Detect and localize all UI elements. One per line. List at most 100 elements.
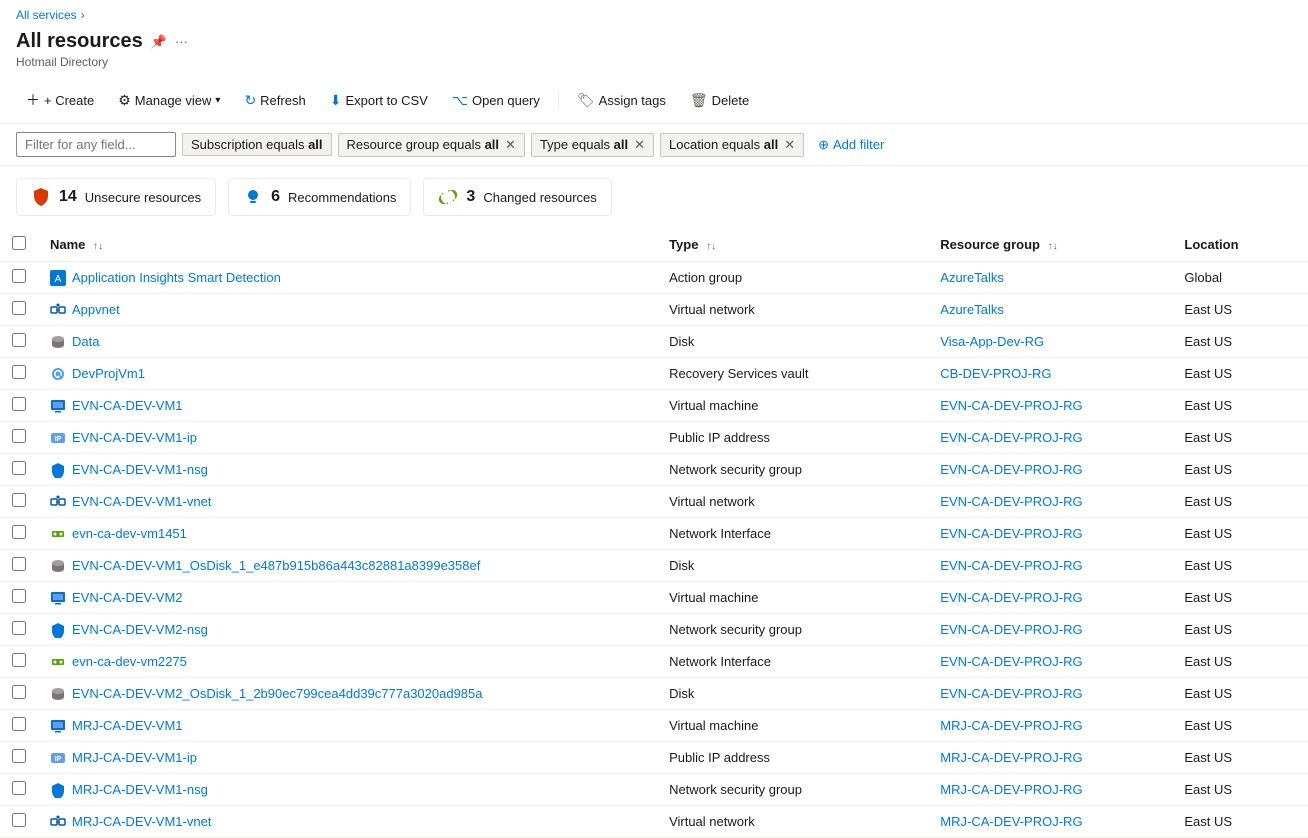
row-checkbox[interactable] bbox=[12, 749, 26, 763]
resource-name-link[interactable]: EVN-CA-DEV-VM1-ip bbox=[72, 430, 197, 445]
resource-name-link[interactable]: MRJ-CA-DEV-VM1-ip bbox=[72, 750, 197, 765]
row-checkbox[interactable] bbox=[12, 429, 26, 443]
resource-group-link[interactable]: MRJ-CA-DEV-PROJ-RG bbox=[940, 782, 1082, 797]
row-name-cell: MRJ-CA-DEV-VM1-nsg bbox=[38, 774, 657, 806]
breadcrumb-link[interactable]: All services bbox=[16, 8, 77, 22]
row-name-cell: EVN-CA-DEV-VM1-nsg bbox=[38, 454, 657, 486]
open-query-button[interactable]: ⌥ Open query bbox=[442, 87, 550, 114]
resource-group-link[interactable]: EVN-CA-DEV-PROJ-RG bbox=[940, 686, 1082, 701]
row-checkbox-cell bbox=[0, 550, 38, 582]
resource-group-link[interactable]: EVN-CA-DEV-PROJ-RG bbox=[940, 494, 1082, 509]
resource-name-link[interactable]: EVN-CA-DEV-VM2 bbox=[72, 590, 183, 605]
resource-group-link[interactable]: EVN-CA-DEV-PROJ-RG bbox=[940, 558, 1082, 573]
row-checkbox[interactable] bbox=[12, 333, 26, 347]
manage-view-button[interactable]: ⚙ Manage view ▾ bbox=[108, 87, 230, 114]
more-options-icon[interactable]: ··· bbox=[175, 34, 188, 50]
export-csv-button[interactable]: ⬇ Export to CSV bbox=[320, 87, 438, 114]
row-checkbox[interactable] bbox=[12, 717, 26, 731]
svg-text:IP: IP bbox=[55, 436, 62, 443]
filter-input[interactable] bbox=[16, 132, 176, 157]
col-header-resource-group[interactable]: Resource group ↑↓ bbox=[928, 228, 1172, 262]
resource-name-link[interactable]: DevProjVm1 bbox=[72, 366, 145, 381]
resource-name-link[interactable]: MRJ-CA-DEV-VM1 bbox=[72, 718, 183, 733]
row-checkbox-cell bbox=[0, 710, 38, 742]
filter-tag-type: Type equals all ✕ bbox=[531, 133, 654, 157]
summary-card-changed[interactable]: 3 Changed resources bbox=[423, 178, 611, 216]
add-filter-button[interactable]: ⊕ Add filter bbox=[810, 134, 892, 156]
col-header-location[interactable]: Location bbox=[1172, 228, 1308, 262]
resource-name-link[interactable]: EVN-CA-DEV-VM1-vnet bbox=[72, 494, 211, 509]
resource-group-link[interactable]: EVN-CA-DEV-PROJ-RG bbox=[940, 430, 1082, 445]
resource-group-link[interactable]: EVN-CA-DEV-PROJ-RG bbox=[940, 590, 1082, 605]
row-type-cell: Disk bbox=[657, 550, 928, 582]
table-row: A Application Insights Smart Detection A… bbox=[0, 262, 1308, 294]
summary-card-unsecure[interactable]: 14 Unsecure resources bbox=[16, 178, 216, 216]
row-checkbox[interactable] bbox=[12, 621, 26, 635]
row-checkbox-cell bbox=[0, 486, 38, 518]
resource-name-link[interactable]: EVN-CA-DEV-VM1_OsDisk_1_e487b915b86a443c… bbox=[72, 558, 480, 573]
row-checkbox[interactable] bbox=[12, 557, 26, 571]
resource-name-link[interactable]: EVN-CA-DEV-VM2-nsg bbox=[72, 622, 208, 637]
resource-name-link[interactable]: Application Insights Smart Detection bbox=[72, 270, 281, 285]
resource-group-link[interactable]: EVN-CA-DEV-PROJ-RG bbox=[940, 622, 1082, 637]
refresh-button[interactable]: ↻ Refresh bbox=[234, 87, 315, 114]
row-checkbox[interactable] bbox=[12, 589, 26, 603]
select-all-checkbox[interactable] bbox=[12, 236, 26, 250]
row-checkbox[interactable] bbox=[12, 301, 26, 315]
create-button[interactable]: ＋ + Create bbox=[16, 85, 104, 115]
row-checkbox[interactable] bbox=[12, 397, 26, 411]
resource-group-link[interactable]: EVN-CA-DEV-PROJ-RG bbox=[940, 462, 1082, 477]
resource-group-link[interactable]: MRJ-CA-DEV-PROJ-RG bbox=[940, 718, 1082, 733]
row-checkbox[interactable] bbox=[12, 813, 26, 827]
resource-name-link[interactable]: evn-ca-dev-vm1451 bbox=[72, 526, 187, 541]
col-header-name[interactable]: Name ↑↓ bbox=[38, 228, 657, 262]
ip-icon: IP bbox=[50, 430, 66, 446]
row-checkbox[interactable] bbox=[12, 653, 26, 667]
table-row: evn-ca-dev-vm2275 Network Interface EVN-… bbox=[0, 646, 1308, 678]
filter-tag-location-close[interactable]: ✕ bbox=[784, 137, 795, 153]
delete-button[interactable]: 🗑 Delete bbox=[680, 87, 759, 114]
row-name-cell: EVN-CA-DEV-VM2 bbox=[38, 582, 657, 614]
row-checkbox[interactable] bbox=[12, 461, 26, 475]
resource-group-link[interactable]: CB-DEV-PROJ-RG bbox=[940, 366, 1051, 381]
row-checkbox[interactable] bbox=[12, 365, 26, 379]
resource-group-link[interactable]: MRJ-CA-DEV-PROJ-RG bbox=[940, 814, 1082, 829]
resource-group-link[interactable]: EVN-CA-DEV-PROJ-RG bbox=[940, 398, 1082, 413]
resource-name-link[interactable]: MRJ-CA-DEV-VM1-nsg bbox=[72, 782, 208, 797]
summary-card-recommendations[interactable]: 6 Recommendations bbox=[228, 178, 411, 216]
resource-group-link[interactable]: EVN-CA-DEV-PROJ-RG bbox=[940, 526, 1082, 541]
row-checkbox[interactable] bbox=[12, 685, 26, 699]
row-type-cell: Recovery Services vault bbox=[657, 358, 928, 390]
row-checkbox[interactable] bbox=[12, 525, 26, 539]
resource-name-link[interactable]: EVN-CA-DEV-VM2_OsDisk_1_2b90ec799cea4dd3… bbox=[72, 686, 483, 701]
add-filter-icon: ⊕ bbox=[818, 137, 829, 153]
pin-icon[interactable]: 📌 bbox=[151, 34, 167, 50]
action-group-icon: A bbox=[50, 270, 66, 286]
sync-icon bbox=[438, 187, 458, 207]
resource-group-link[interactable]: Visa-App-Dev-RG bbox=[940, 334, 1044, 349]
resource-name-link[interactable]: evn-ca-dev-vm2275 bbox=[72, 654, 187, 669]
resource-name-link[interactable]: MRJ-CA-DEV-VM1-vnet bbox=[72, 814, 211, 829]
tag-icon: 🏷 bbox=[577, 92, 595, 109]
row-location-cell: East US bbox=[1172, 614, 1308, 646]
col-header-type[interactable]: Type ↑↓ bbox=[657, 228, 928, 262]
row-type-cell: Network security group bbox=[657, 774, 928, 806]
resource-group-link[interactable]: AzureTalks bbox=[940, 302, 1004, 317]
resource-name-link[interactable]: Data bbox=[72, 334, 99, 349]
row-name-cell: MRJ-CA-DEV-VM1 bbox=[38, 710, 657, 742]
assign-tags-button[interactable]: 🏷 Assign tags bbox=[567, 87, 676, 114]
row-name-cell: EVN-CA-DEV-VM1 bbox=[38, 390, 657, 422]
filter-tag-resource-group-close[interactable]: ✕ bbox=[505, 137, 516, 153]
row-checkbox[interactable] bbox=[12, 269, 26, 283]
row-checkbox[interactable] bbox=[12, 781, 26, 795]
resource-group-link[interactable]: EVN-CA-DEV-PROJ-RG bbox=[940, 654, 1082, 669]
resource-name-link[interactable]: EVN-CA-DEV-VM1 bbox=[72, 398, 183, 413]
vm-icon bbox=[50, 718, 66, 734]
resource-name-link[interactable]: Appvnet bbox=[72, 302, 120, 317]
row-checkbox[interactable] bbox=[12, 493, 26, 507]
resource-name-link[interactable]: EVN-CA-DEV-VM1-nsg bbox=[72, 462, 208, 477]
filter-tag-type-close[interactable]: ✕ bbox=[634, 137, 645, 153]
type-sort-icon: ↑↓ bbox=[706, 241, 716, 252]
resource-group-link[interactable]: MRJ-CA-DEV-PROJ-RG bbox=[940, 750, 1082, 765]
resource-group-link[interactable]: AzureTalks bbox=[940, 270, 1004, 285]
